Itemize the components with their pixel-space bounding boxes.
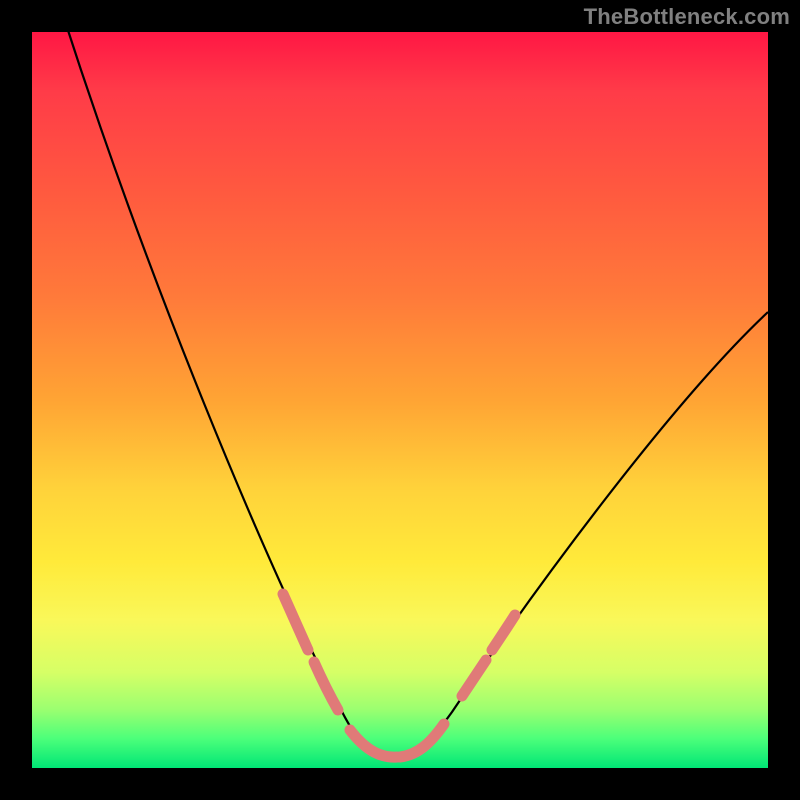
highlight-right-2 [492,615,515,650]
watermark-text: TheBottleneck.com [584,4,790,30]
highlight-left [283,594,308,650]
highlight-bottom [350,730,397,757]
bottleneck-curve [32,32,768,768]
chart-frame: TheBottleneck.com [0,0,800,800]
highlight-bottom-2 [400,724,444,757]
plot-area [32,32,768,768]
highlight-left-2 [314,662,338,710]
highlight-right [462,660,486,696]
curve-path [62,12,768,757]
